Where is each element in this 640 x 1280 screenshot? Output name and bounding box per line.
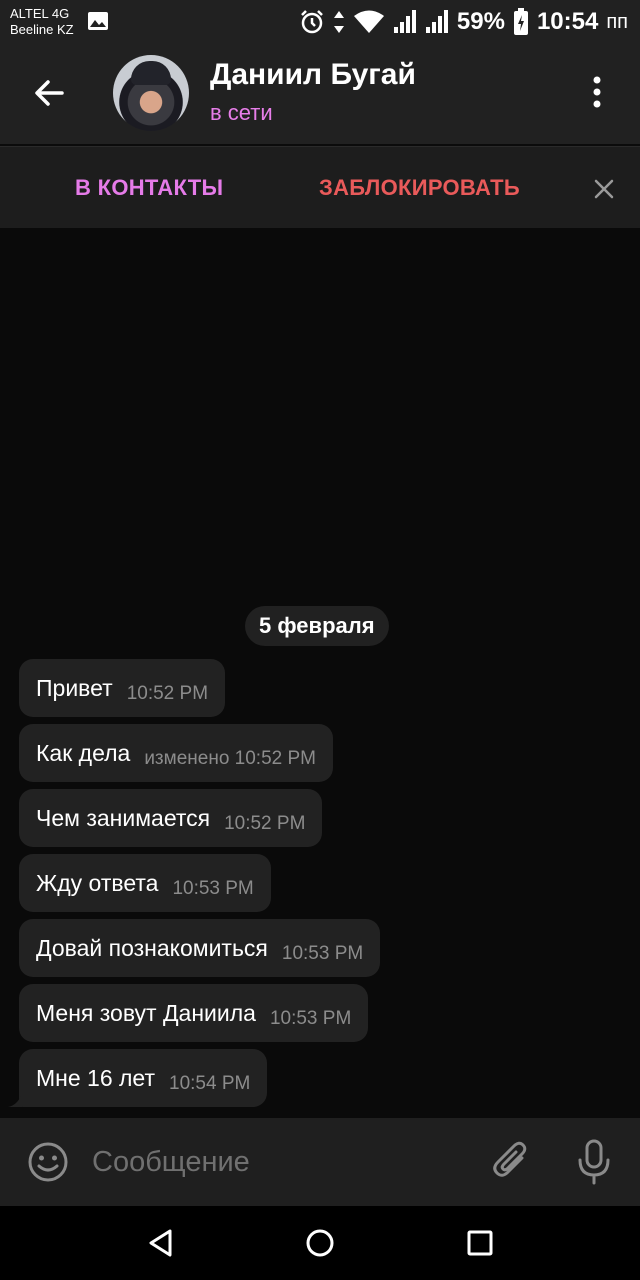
nav-back-icon[interactable]: [146, 1228, 176, 1258]
message-bubble[interactable]: Чем занимается 10:52 PM: [19, 789, 323, 847]
chat-area[interactable]: 5 февраля Привет 10:52 PM Как дела измен…: [0, 228, 640, 1118]
message-time: изменено 10:52 PM: [144, 748, 316, 769]
message-text: Жду ответа: [36, 869, 159, 896]
message-time: 10:54 PM: [169, 1073, 251, 1094]
message-bubble[interactable]: Мне 16 лет 10:54 PM: [19, 1049, 268, 1107]
bubble-tail: [8, 1093, 22, 1107]
carrier-2: Beeline KZ: [10, 22, 74, 37]
status-bar: ALTEL 4G Beeline KZ 59% 10:54 пп: [0, 0, 640, 44]
message-text: Привет: [36, 674, 113, 701]
add-contact-button[interactable]: В КОНТАКТЫ: [75, 175, 223, 201]
image-icon: [88, 12, 108, 30]
signal-icon: [425, 10, 448, 33]
clock-suffix: пп: [606, 10, 628, 33]
emoji-icon[interactable]: [26, 1140, 70, 1184]
contact-action-bar: В КОНТАКТЫ ЗАБЛОКИРОВАТЬ: [0, 146, 640, 228]
online-status: в сети: [210, 100, 273, 125]
attach-icon[interactable]: [492, 1140, 532, 1184]
chat-header: Даниил Бугай в сети: [0, 44, 640, 144]
message-input[interactable]: [92, 1138, 472, 1186]
message-time: 10:53 PM: [269, 1008, 352, 1029]
clock: 10:54: [536, 8, 599, 35]
message-bubble[interactable]: Меня зовут Даниила 10:53 PM: [19, 984, 369, 1042]
message-time: 10:53 PM: [281, 943, 364, 964]
message-input-bar: [0, 1118, 640, 1206]
message-time: 10:53 PM: [172, 878, 254, 899]
nav-home-icon[interactable]: [305, 1228, 335, 1258]
message-bubble[interactable]: Жду ответа 10:53 PM: [19, 854, 271, 912]
more-options-icon[interactable]: [582, 72, 612, 112]
message-text: Как дела: [36, 739, 131, 766]
message-text: Чем занимается: [36, 804, 211, 831]
data-arrows-icon: [333, 11, 344, 33]
back-arrow-icon[interactable]: [28, 72, 70, 114]
message-bubble[interactable]: Довай познакомиться 10:53 PM: [19, 919, 381, 977]
message-bubble[interactable]: Привет 10:52 PM: [19, 659, 226, 717]
message-time: 10:52 PM: [126, 683, 209, 704]
avatar[interactable]: [113, 55, 189, 131]
microphone-icon[interactable]: [576, 1138, 612, 1186]
date-chip: 5 февраля: [245, 606, 389, 646]
carrier-1: ALTEL 4G: [10, 6, 70, 21]
status-icons: 59% 10:54 пп: [299, 0, 628, 44]
message-bubble[interactable]: Как дела изменено 10:52 PM: [19, 724, 333, 782]
battery-percent: 59%: [456, 8, 505, 35]
carrier-info: ALTEL 4G Beeline KZ: [10, 6, 74, 38]
wifi-icon: [353, 10, 384, 33]
battery-icon: [513, 8, 528, 35]
message-text: Мне 16 лет: [36, 1064, 155, 1091]
block-user-button[interactable]: ЗАБЛОКИРОВАТЬ: [319, 175, 520, 201]
message-text: Меня зовут Даниила: [36, 999, 256, 1026]
message-text: Довай познакомиться: [36, 934, 268, 961]
message-time: 10:52 PM: [224, 813, 306, 834]
contact-name[interactable]: Даниил Бугай: [210, 58, 416, 92]
nav-recent-apps-icon[interactable]: [466, 1228, 494, 1258]
system-nav-bar: [0, 1206, 640, 1280]
alarm-icon: [301, 10, 323, 34]
close-icon[interactable]: [590, 175, 618, 203]
signal-icon: [393, 10, 416, 33]
